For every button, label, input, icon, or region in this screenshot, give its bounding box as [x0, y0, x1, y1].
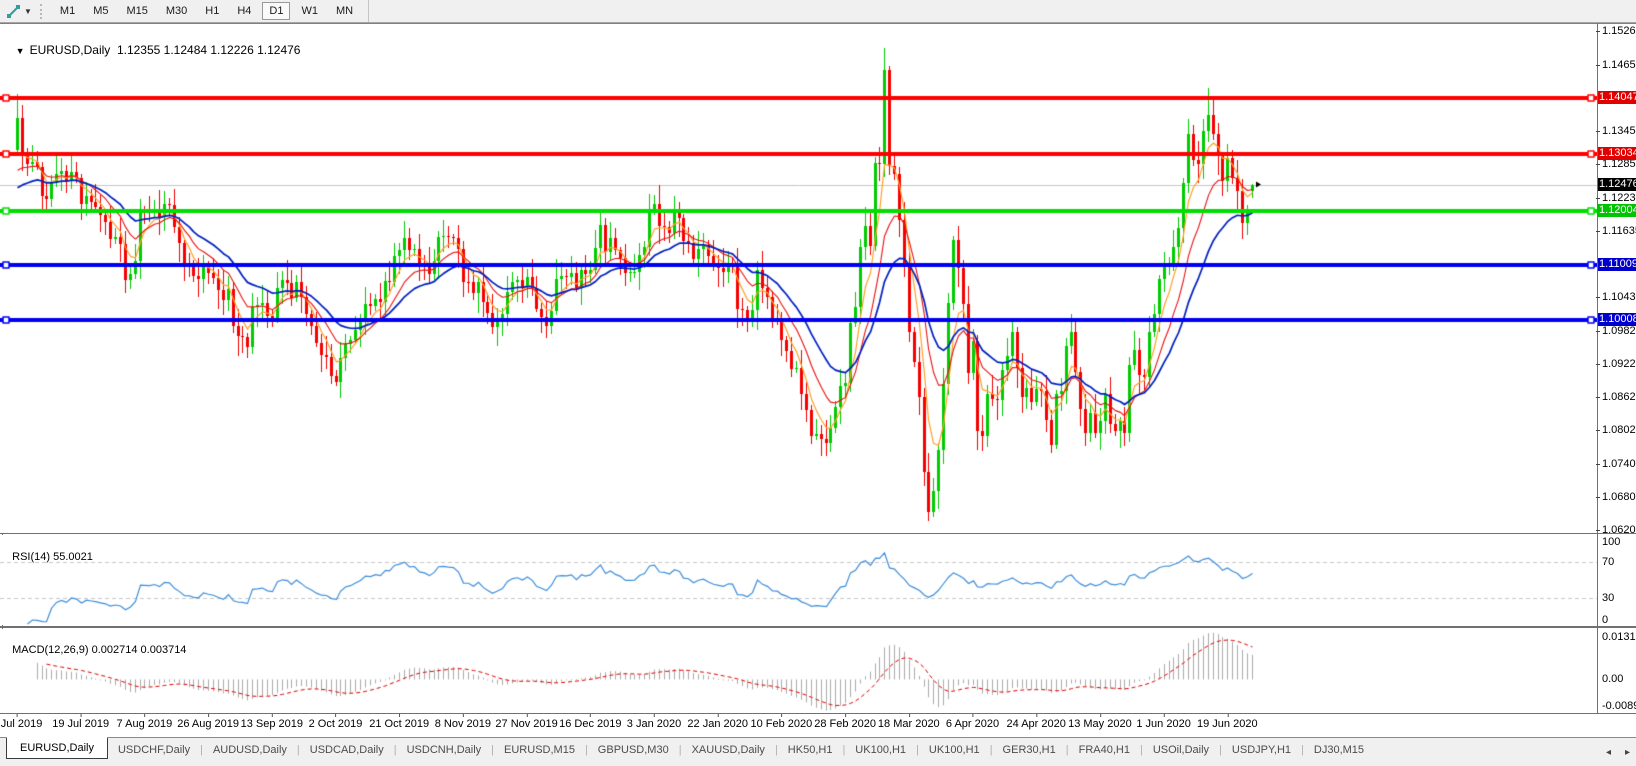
- toolbar-grip[interactable]: [40, 4, 45, 19]
- rsi-pane-label: RSI(14) 55.0021: [6, 539, 93, 563]
- date-axis-label: 1 Jun 2020: [1136, 718, 1190, 730]
- timeframe-button-d1[interactable]: D1: [262, 2, 290, 20]
- date-axis-label: 7 Aug 2019: [117, 718, 173, 730]
- tab-scroll-arrows: ◂▸: [1592, 747, 1630, 758]
- chart-ohlc-values: 1.12355 1.12484 1.12226 1.12476: [117, 43, 301, 57]
- chart-tab-xauusd-daily[interactable]: XAUUSD,Daily: [682, 740, 775, 759]
- rsi-axis-label: 100: [1602, 536, 1620, 548]
- date-axis-label: 6 Apr 2020: [946, 718, 999, 730]
- chart-tab-usdchf-daily[interactable]: USDCHF,Daily: [108, 740, 200, 759]
- price-axis-border: [1597, 23, 1598, 714]
- mt4-window: { "toolbar": { "line_studies_icon": "lin…: [0, 0, 1636, 765]
- chart-symbol-label: EURUSD,Daily: [30, 43, 111, 57]
- line-studies-button[interactable]: ▼: [0, 1, 35, 21]
- date-axis-label: 27 Nov 2019: [495, 718, 557, 730]
- current-price-badge: 1.12476: [1598, 178, 1636, 191]
- panel-separator: [0, 713, 1636, 714]
- panel-separator[interactable]: [0, 533, 1636, 534]
- date-axis-label: 3 Jan 2020: [627, 718, 681, 730]
- chart-tab-usdjpy-h1[interactable]: USDJPY,H1: [1222, 740, 1301, 759]
- chart-menu-arrow-icon[interactable]: ▼: [16, 46, 25, 56]
- chevron-down-icon[interactable]: ▼: [24, 7, 32, 16]
- timeframe-button-h4[interactable]: H4: [230, 2, 258, 20]
- rsi-axis-label: 0: [1602, 614, 1608, 626]
- price-line-badge: 1.14047: [1598, 91, 1636, 104]
- date-axis-label: 13 May 2020: [1068, 718, 1132, 730]
- price-axis-tick: 1.09820: [1602, 325, 1636, 337]
- timeframe-button-m1[interactable]: M1: [53, 2, 82, 20]
- macd-pane-label: MACD(12,26,9) 0.002714 0.003714: [6, 632, 186, 656]
- chart-title: ▼ EURUSD,Daily 1.12355 1.12484 1.12226 1.…: [9, 29, 300, 57]
- timeframe-button-m15[interactable]: M15: [119, 2, 154, 20]
- price-axis-tick: 1.06205: [1602, 524, 1636, 536]
- date-axis-label: 26 Aug 2019: [177, 718, 239, 730]
- date-axis-label: 8 Nov 2019: [435, 718, 491, 730]
- chart-tab-audusd-daily[interactable]: AUDUSD,Daily: [203, 740, 297, 759]
- timeframe-button-h1[interactable]: H1: [198, 2, 226, 20]
- date-axis-label: 18 Mar 2020: [878, 718, 940, 730]
- chart-tab-gbpusd-m30[interactable]: GBPUSD,M30: [588, 740, 679, 759]
- price-axis-tick: 1.14650: [1602, 59, 1636, 71]
- timeframe-toolbar: M1M5M15 M30H1H4D1W1MN: [51, 0, 369, 22]
- chart-tab-usdcad-daily[interactable]: USDCAD,Daily: [300, 740, 394, 759]
- date-axis-label: 16 Dec 2019: [559, 718, 621, 730]
- timeframe-button-m5[interactable]: M5: [86, 2, 115, 20]
- chart-tab-uk100-h1[interactable]: UK100,H1: [919, 740, 990, 759]
- price-line-badge: 1.13034: [1598, 147, 1636, 160]
- chart-tab-fra40-h1[interactable]: FRA40,H1: [1069, 740, 1140, 759]
- timeframe-button-m30[interactable]: M30: [159, 2, 194, 20]
- date-axis-label: 1 Jul 2019: [0, 718, 42, 730]
- tab-scroll-right-icon[interactable]: ▸: [1625, 747, 1630, 758]
- line-studies-icon: [6, 4, 21, 19]
- date-axis-label: 2 Oct 2019: [309, 718, 363, 730]
- chart-tab-eurusd-daily[interactable]: EURUSD,Daily: [6, 737, 108, 759]
- chart-tab-hk50-h1[interactable]: HK50,H1: [778, 740, 843, 759]
- date-axis-label: 24 Apr 2020: [1007, 718, 1066, 730]
- date-axis-label: 10 Feb 2020: [751, 718, 813, 730]
- date-axis-label: 28 Feb 2020: [814, 718, 876, 730]
- top-toolbar: ▼ M1M5M15 M30H1H4D1W1MN: [0, 0, 1636, 23]
- rsi-axis-label: 30: [1602, 592, 1614, 604]
- rsi-name: RSI(14): [12, 551, 50, 563]
- price-line-badge: 1.11009: [1598, 258, 1636, 271]
- date-axis-label: 19 Jul 2019: [52, 718, 109, 730]
- price-axis-tick: 1.08620: [1602, 391, 1636, 403]
- macd-axis-label: 0.00: [1602, 673, 1623, 685]
- timeframe-button-mn[interactable]: MN: [329, 2, 360, 20]
- chart-tab-dj30-m15[interactable]: DJ30,M15: [1304, 740, 1374, 759]
- rsi-value: 55.0021: [53, 551, 93, 563]
- panel-separator[interactable]: [0, 626, 1636, 628]
- price-axis-tick: 1.07405: [1602, 458, 1636, 470]
- macd-name: MACD(12,26,9): [12, 644, 88, 656]
- macd-axis-label: 0.013121: [1602, 631, 1636, 643]
- macd-canvas[interactable]: [0, 629, 1597, 713]
- price-axis-tick: 1.12235: [1602, 192, 1636, 204]
- main-chart-canvas[interactable]: [0, 24, 1597, 533]
- chart-tabbar: EURUSD,DailyUSDCHF,Daily|AUDUSD,Daily|US…: [0, 737, 1636, 766]
- price-axis-tick: 1.11635: [1602, 225, 1636, 237]
- rsi-axis-label: 70: [1602, 556, 1614, 568]
- price-axis-tick: 1.09220: [1602, 358, 1636, 370]
- price-axis-tick: 1.13450: [1602, 125, 1636, 137]
- chart-tab-ger30-h1[interactable]: GER30,H1: [993, 740, 1066, 759]
- timeframe-button-w1[interactable]: W1: [294, 2, 325, 20]
- macd-values: 0.002714 0.003714: [92, 644, 187, 656]
- chart-tab-usoil-daily[interactable]: USOil,Daily: [1143, 740, 1219, 759]
- price-axis-tick: 1.06805: [1602, 491, 1636, 503]
- date-axis-label: 13 Sep 2019: [241, 718, 303, 730]
- price-axis-tick: 1.10435: [1602, 291, 1636, 303]
- price-axis-tick: 1.15265: [1602, 25, 1636, 37]
- price-line-badge: 1.12004: [1598, 204, 1636, 217]
- rsi-canvas[interactable]: [0, 535, 1597, 625]
- price-line-badge: 1.10008: [1598, 313, 1636, 326]
- chart-tab-eurusd-m15[interactable]: EURUSD,M15: [494, 740, 585, 759]
- macd-axis-label: -0.00893: [1602, 700, 1636, 712]
- price-axis-tick: 1.08020: [1602, 424, 1636, 436]
- chart-tab-uk100-h1[interactable]: UK100,H1: [845, 740, 916, 759]
- date-axis-label: 22 Jan 2020: [687, 718, 748, 730]
- date-axis-label: 19 Jun 2020: [1197, 718, 1258, 730]
- date-axis-label: 21 Oct 2019: [369, 718, 429, 730]
- tab-scroll-left-icon[interactable]: ◂: [1606, 747, 1611, 758]
- chart-tab-usdcnh-daily[interactable]: USDCNH,Daily: [397, 740, 492, 759]
